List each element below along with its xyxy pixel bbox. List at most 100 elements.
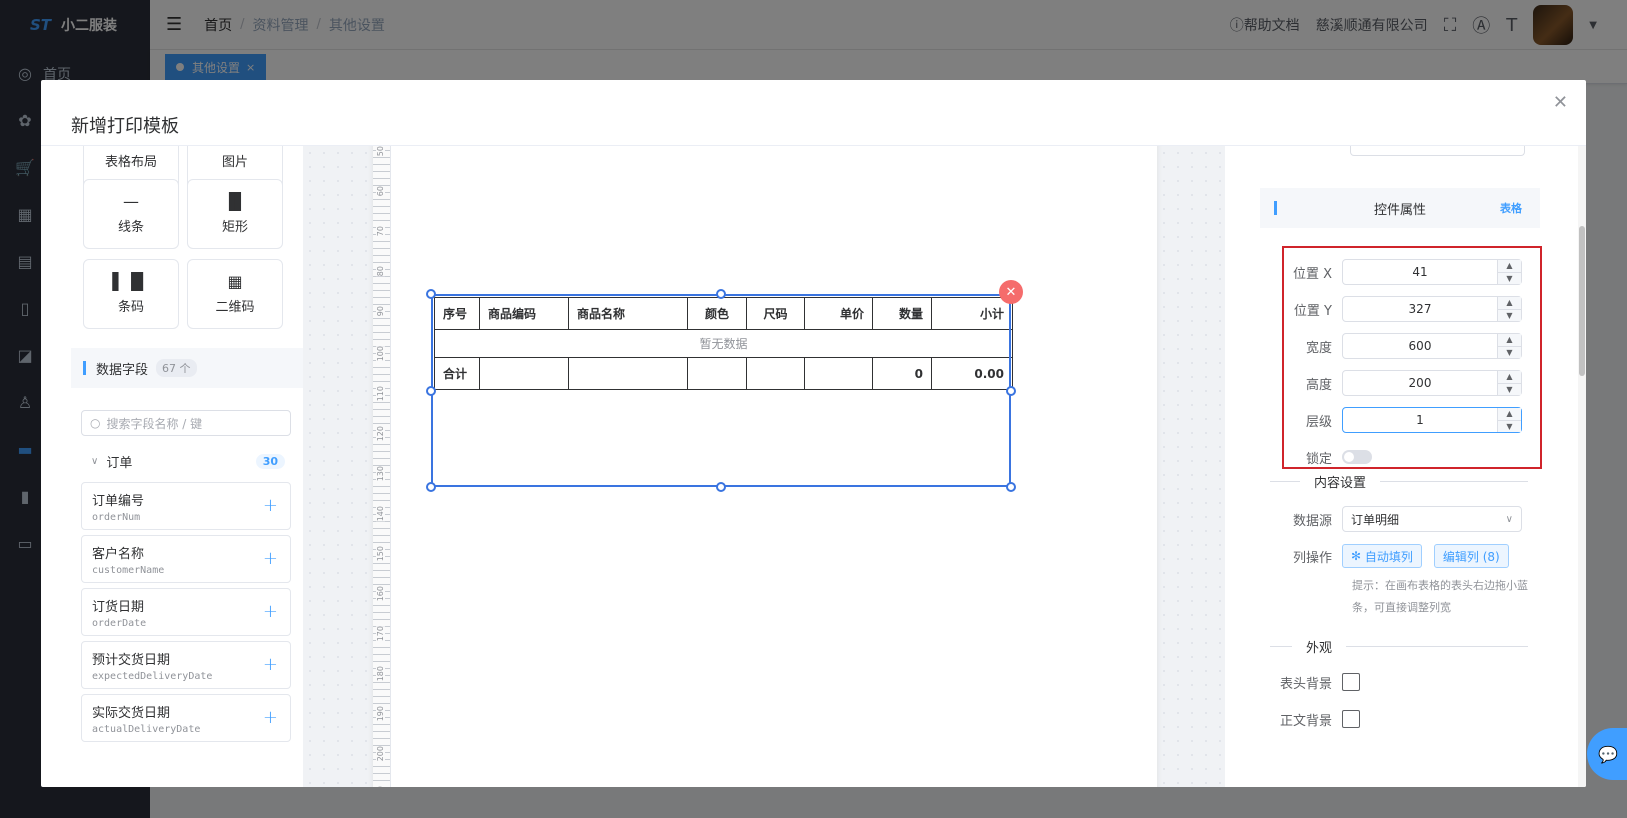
chevron-down-icon[interactable]: ▼	[1498, 310, 1521, 322]
datasource-select[interactable]: 订单明细 ∨	[1342, 506, 1522, 532]
add-field-icon[interactable]: +	[263, 707, 278, 728]
qrcode-icon: ▦	[227, 271, 243, 291]
close-icon[interactable]: ✕	[1553, 92, 1568, 113]
chevron-down-icon[interactable]: ▼	[1498, 273, 1521, 285]
ruler-label: 180	[376, 666, 385, 682]
chevron-up-icon[interactable]: ▲	[1498, 334, 1521, 347]
auto-fill-columns-button[interactable]: ✻ 自动填列	[1342, 544, 1422, 568]
field-count-badge: 67 个	[156, 359, 197, 377]
add-field-icon[interactable]: +	[263, 548, 278, 569]
field-key: customerName	[92, 565, 165, 576]
lock-toggle[interactable]	[1342, 450, 1372, 464]
ruler-label: 150	[376, 546, 385, 562]
ruler-label: 200	[376, 746, 385, 762]
width-input[interactable]: 600 ▲ ▼	[1342, 333, 1522, 359]
ruler-label: 210	[376, 786, 385, 787]
body-bg-checkbox[interactable]	[1342, 710, 1360, 728]
data-fields-header: 数据字段 67 个	[71, 348, 303, 388]
element-type-tag: 表格	[1500, 202, 1522, 215]
chevron-down-icon: ∨	[1505, 513, 1513, 525]
add-field-icon[interactable]: +	[263, 495, 278, 516]
rect-button[interactable]: ▐▌ 矩形	[187, 179, 283, 249]
ruler-label: 60	[376, 186, 385, 197]
stepper[interactable]: ▲ ▼	[1497, 297, 1521, 321]
stepper[interactable]: ▲ ▼	[1497, 408, 1521, 432]
field-name: 订单编号	[92, 494, 145, 509]
position-x-input[interactable]: 41 ▲ ▼	[1342, 259, 1522, 285]
section-bar	[83, 361, 86, 375]
layer-row: 层级 1 ▲ ▼	[1260, 407, 1540, 433]
position-x-row: 位置 X 41 ▲ ▼	[1260, 259, 1540, 285]
add-field-icon[interactable]: +	[263, 601, 278, 622]
line-button[interactable]: — 线条	[83, 179, 179, 249]
scrollbar[interactable]	[1578, 146, 1586, 787]
selection-box[interactable]	[431, 294, 1011, 487]
layer-input[interactable]: 1 ▲ ▼	[1342, 407, 1522, 433]
field-item[interactable]: 实际交货日期 actualDeliveryDate +	[81, 694, 291, 742]
appearance-divider: 外观	[1270, 636, 1528, 656]
chat-icon: 💬	[1598, 744, 1618, 764]
textarea-field[interactable]	[1350, 146, 1525, 156]
ruler-label: 130	[376, 466, 385, 482]
component-panel: 表格布局 图片 — 线条 ▐▌ 矩形 ▌▐▌ 条码 ▦ 二维码 数据字段 67 …	[71, 146, 303, 776]
resize-handle[interactable]	[426, 482, 436, 492]
chevron-down-icon: ∨	[91, 455, 99, 467]
stepper[interactable]: ▲ ▼	[1497, 371, 1521, 395]
resize-handle[interactable]	[1006, 482, 1016, 492]
delete-element-button[interactable]: ✕	[999, 280, 1023, 304]
barcode-button[interactable]: ▌▐▌ 条码	[83, 259, 179, 329]
ruler-label: 140	[376, 506, 385, 522]
properties-panel: 控件属性 表格 位置 X 41 ▲ ▼ 位置 Y 327 ▲ ▼ 宽度 600 ▲ ▼	[1260, 146, 1586, 787]
header-bg-row: 表头背景	[1260, 669, 1540, 695]
field-name: 实际交货日期	[92, 706, 171, 721]
ruler-label: 100	[376, 346, 385, 362]
field-name: 预计交货日期	[92, 653, 171, 668]
datasource-row: 数据源 订单明细 ∨	[1260, 506, 1540, 532]
sparkle-icon: ✻	[1351, 549, 1362, 563]
field-key: actualDeliveryDate	[92, 724, 201, 735]
ruler-label: 160	[376, 586, 385, 602]
position-y-input[interactable]: 327 ▲ ▼	[1342, 296, 1522, 322]
position-y-row: 位置 Y 327 ▲ ▼	[1260, 296, 1540, 322]
chevron-down-icon[interactable]: ▼	[1498, 421, 1521, 433]
chevron-up-icon[interactable]: ▲	[1498, 408, 1521, 421]
stepper[interactable]: ▲ ▼	[1497, 334, 1521, 358]
ruler-label: 80	[376, 266, 385, 277]
chevron-up-icon[interactable]: ▲	[1498, 297, 1521, 310]
rect-icon: ▐▌	[222, 191, 248, 211]
resize-handle[interactable]	[426, 289, 436, 299]
chevron-up-icon[interactable]: ▲	[1498, 260, 1521, 273]
design-canvas[interactable]: 50 60 70 80 90 100 110 120 130 140 150 160 170 180 190…	[303, 146, 1225, 787]
resize-handle[interactable]	[426, 386, 436, 396]
control-properties-header: 控件属性 表格	[1260, 188, 1540, 228]
chevron-down-icon[interactable]: ▼	[1498, 384, 1521, 396]
chevron-down-icon[interactable]: ▼	[1498, 347, 1521, 359]
line-icon: —	[123, 191, 139, 211]
search-icon: ○	[90, 416, 101, 430]
field-item[interactable]: 订单编号 orderNum +	[81, 482, 291, 530]
field-group-order[interactable]: ∨ 订单 30	[81, 450, 291, 472]
edit-columns-button[interactable]: 编辑列 (8)	[1433, 544, 1509, 568]
field-search-input[interactable]: ○ 搜索字段名称 / 键	[81, 410, 291, 436]
qrcode-button[interactable]: ▦ 二维码	[187, 259, 283, 329]
scrollbar-thumb[interactable]	[1579, 226, 1585, 376]
vertical-ruler: 50 60 70 80 90 100 110 120 130 140 150 160 170 180 190…	[373, 146, 391, 787]
chevron-up-icon[interactable]: ▲	[1498, 371, 1521, 384]
stepper[interactable]: ▲ ▼	[1497, 260, 1521, 284]
resize-handle[interactable]	[1006, 386, 1016, 396]
barcode-icon: ▌▐▌	[112, 271, 150, 291]
field-name: 订货日期	[92, 600, 145, 615]
field-key: expectedDeliveryDate	[92, 671, 213, 682]
column-ops-row: 列操作 ✻ 自动填列 编辑列 (8)	[1260, 543, 1540, 569]
field-item[interactable]: 客户名称 customerName +	[81, 535, 291, 583]
resize-handle[interactable]	[716, 289, 726, 299]
field-item[interactable]: 订货日期 orderDate +	[81, 588, 291, 636]
height-input[interactable]: 200 ▲ ▼	[1342, 370, 1522, 396]
add-field-icon[interactable]: +	[263, 654, 278, 675]
paper[interactable]: 50 60 70 80 90 100 110 120 130 140 150 160 170 180 190…	[373, 146, 1157, 787]
resize-handle[interactable]	[716, 482, 726, 492]
dialog-title: 新增打印模板	[71, 116, 179, 137]
header-bg-checkbox[interactable]	[1342, 673, 1360, 691]
field-item[interactable]: 预计交货日期 expectedDeliveryDate +	[81, 641, 291, 689]
ruler-label: 70	[376, 226, 385, 237]
